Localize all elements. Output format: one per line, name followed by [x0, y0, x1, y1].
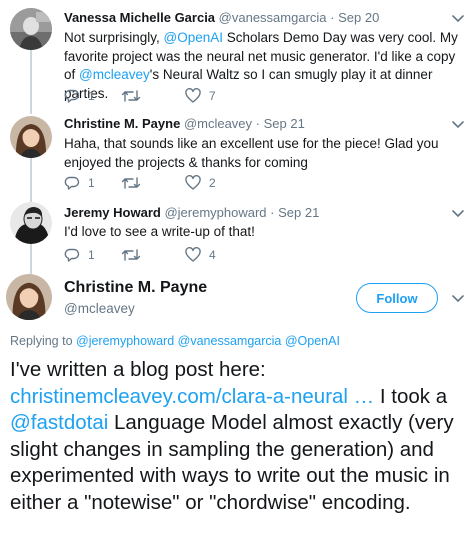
tweet-actions: 1 4 [64, 246, 264, 264]
tweet-text: I'd love to see a write-up of that! [64, 223, 464, 242]
text-segment: Haha, that sounds like an excellent use … [64, 136, 439, 170]
chevron-down-icon[interactable] [451, 120, 465, 130]
reply-count: 1 [88, 89, 95, 103]
mention-link[interactable]: @fastdotai [10, 411, 108, 434]
tweet-header: Vanessa Michelle Garcia @vanessamgarcia … [64, 10, 379, 25]
reply-icon [64, 89, 80, 103]
retweet-button[interactable] [121, 246, 141, 264]
separator-dot: · [330, 10, 335, 25]
text-segment: I took a [374, 384, 448, 408]
author-name[interactable]: Vanessa Michelle Garcia [64, 10, 215, 25]
text-segment: Not surprisingly, [64, 30, 164, 45]
like-count: 2 [209, 176, 216, 190]
like-button[interactable]: 7 [185, 87, 216, 105]
reply-icon [64, 176, 80, 190]
main-tweet-text: I've written a blog post here: christine… [10, 357, 470, 516]
heart-icon [185, 175, 201, 190]
author-handle[interactable]: @mcleavey [184, 116, 252, 131]
reply-button[interactable]: 1 [64, 174, 95, 192]
author-handle[interactable]: @vanessamgarcia [219, 10, 327, 25]
heart-icon [185, 247, 201, 262]
reply-button[interactable]: 1 [64, 87, 95, 105]
author-name[interactable]: Christine M. Payne [64, 279, 207, 297]
replying-to: Replying to @jeremyphoward @vanessamgarc… [10, 334, 340, 348]
text-segment: I'd love to see a write-up of that! [64, 224, 255, 239]
retweet-icon [121, 249, 141, 261]
mention-link[interactable]: @vanessamgarcia [178, 334, 282, 348]
follow-button[interactable]: Follow [356, 283, 438, 313]
text-segment: I've written a blog post here: [10, 358, 266, 381]
avatar[interactable] [10, 202, 52, 244]
avatar[interactable] [10, 116, 52, 158]
reply-icon [64, 248, 80, 262]
retweet-icon [121, 177, 141, 189]
retweet-icon [121, 90, 141, 102]
retweet-button[interactable] [121, 174, 141, 192]
blog-link[interactable]: christinemcleavey.com/clara-a-neural … [10, 385, 374, 408]
tweet-vanessa[interactable]: Vanessa Michelle Garcia @vanessamgarcia … [0, 0, 474, 108]
chevron-down-icon[interactable] [451, 209, 465, 219]
author-name[interactable]: Christine M. Payne [64, 116, 180, 131]
tweet-date[interactable]: Sep 20 [338, 10, 379, 25]
like-count: 4 [209, 248, 216, 262]
like-button[interactable]: 4 [185, 246, 216, 264]
heart-icon [185, 88, 201, 103]
mention-link[interactable]: @jeremyphoward [76, 334, 174, 348]
author-handle[interactable]: @jeremyphoward [164, 205, 266, 220]
reply-count: 1 [88, 176, 95, 190]
tweet-text: Haha, that sounds like an excellent use … [64, 135, 464, 172]
tweet-jeremy[interactable]: Jeremy Howard @jeremyphoward · Sep 21 I'… [0, 198, 474, 270]
chevron-down-icon[interactable] [451, 294, 465, 304]
tweet-christine-reply[interactable]: Christine M. Payne @mcleavey · Sep 21 Ha… [0, 108, 474, 198]
separator-dot: · [270, 205, 275, 220]
tweet-date[interactable]: Sep 21 [264, 116, 305, 131]
tweet-date[interactable]: Sep 21 [278, 205, 319, 220]
retweet-button[interactable] [121, 87, 141, 105]
reply-button[interactable]: 1 [64, 246, 95, 264]
mention-link[interactable]: @OpenAI [164, 30, 223, 45]
like-button[interactable]: 2 [185, 174, 216, 192]
tweet-actions: 1 2 [64, 174, 264, 192]
avatar[interactable] [6, 274, 52, 320]
tweet-header: Jeremy Howard @jeremyphoward · Sep 21 [64, 205, 319, 220]
reply-count: 1 [88, 248, 95, 262]
tweet-actions: 1 7 [64, 87, 264, 105]
separator-dot: · [255, 116, 261, 131]
tweet-header: Christine M. Payne @mcleavey · Sep 21 [64, 116, 305, 131]
mention-link[interactable]: @mcleavey [79, 67, 150, 82]
mention-link[interactable]: @OpenAI [285, 334, 340, 348]
avatar[interactable] [10, 8, 52, 50]
replying-prefix: Replying to [10, 334, 77, 348]
like-count: 7 [209, 89, 216, 103]
author-handle[interactable]: @mcleavey [64, 301, 135, 316]
author-name[interactable]: Jeremy Howard [64, 205, 161, 220]
chevron-down-icon[interactable] [451, 14, 465, 24]
